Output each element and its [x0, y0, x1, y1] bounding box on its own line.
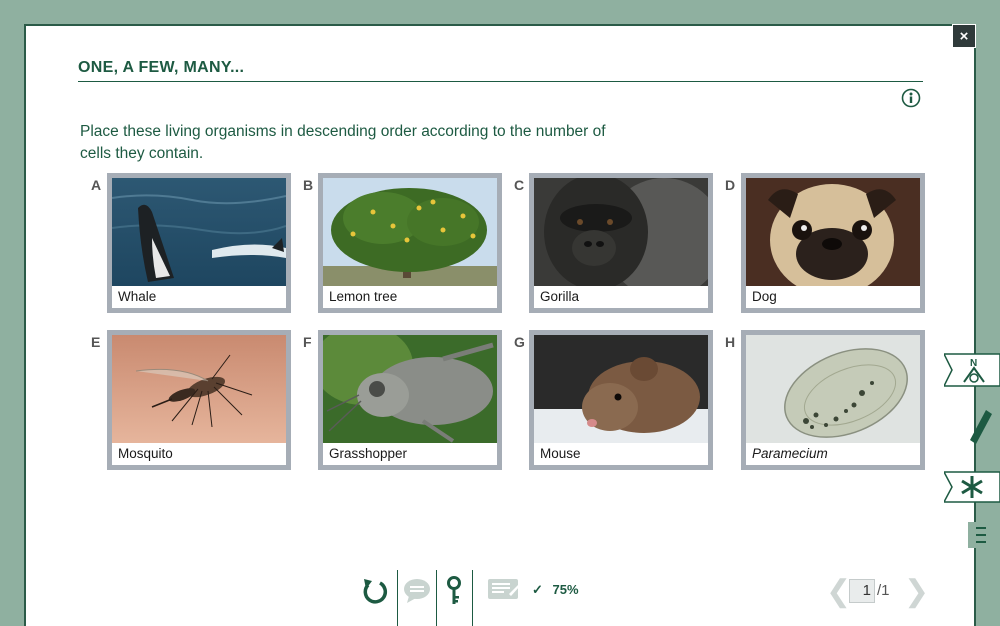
card-label: Grasshopper: [323, 443, 497, 465]
card-lemon-tree[interactable]: Lemon tree: [318, 173, 502, 313]
card-label: Paramecium: [746, 443, 920, 465]
toolbar-divider: [472, 570, 473, 626]
next-page-button[interactable]: ❯: [904, 577, 929, 607]
card-whale[interactable]: Whale: [107, 173, 291, 313]
toolbar-divider: [397, 570, 398, 626]
card-mosquito[interactable]: Mosquito: [107, 330, 291, 470]
card-letter-e: E: [91, 334, 101, 350]
title-divider: [78, 81, 923, 82]
card-label: Whale: [112, 286, 286, 308]
check-icon: ✓: [532, 582, 543, 597]
mouse-photo: [534, 335, 708, 443]
comment-icon[interactable]: [403, 578, 431, 604]
notes-icon[interactable]: [487, 578, 521, 604]
pencil-tab[interactable]: [944, 404, 1000, 444]
card-grasshopper[interactable]: Grasshopper: [318, 330, 502, 470]
card-letter-g: G: [514, 334, 525, 350]
card-label: Lemon tree: [323, 286, 497, 308]
prev-page-button[interactable]: ❮: [826, 577, 851, 607]
card-letter-c: C: [514, 177, 525, 193]
info-icon[interactable]: [901, 88, 921, 108]
toolbar-divider: [436, 570, 437, 626]
close-button[interactable]: ×: [952, 24, 976, 48]
key-icon[interactable]: [446, 576, 462, 606]
mosquito-photo: [112, 335, 286, 443]
page-title: ONE, A FEW, MANY...: [78, 59, 245, 76]
card-letter-b: B: [303, 177, 314, 193]
asterisk-tab[interactable]: [944, 470, 1000, 504]
card-dog[interactable]: Dog: [741, 173, 925, 313]
instruction-text: Place these living organisms in descendi…: [80, 123, 606, 162]
card-letter-d: D: [725, 177, 736, 193]
whale-photo: [112, 178, 286, 286]
activity-panel: [24, 24, 976, 626]
dog-photo: [746, 178, 920, 286]
card-label: Mosquito: [112, 443, 286, 465]
card-label: Gorilla: [534, 286, 708, 308]
card-letter-h: H: [725, 334, 736, 350]
card-paramecium[interactable]: Paramecium: [741, 330, 925, 470]
card-label: Dog: [746, 286, 920, 308]
compass-tab[interactable]: N: [944, 352, 1000, 388]
score-display: ✓ 75%: [532, 582, 579, 598]
gorilla-photo: [534, 178, 708, 286]
page-total: /1: [877, 582, 890, 599]
card-letter-f: F: [303, 334, 312, 350]
grasshopper-photo: [323, 335, 497, 443]
page-number-input[interactable]: 1: [849, 579, 875, 603]
menu-tab[interactable]: [968, 522, 1000, 548]
card-mouse[interactable]: Mouse: [529, 330, 713, 470]
reset-icon[interactable]: [360, 577, 388, 605]
card-label: Mouse: [534, 443, 708, 465]
lemon-tree-photo: [323, 178, 497, 286]
card-letter-a: A: [91, 177, 102, 193]
score-value: 75%: [552, 582, 579, 597]
card-gorilla[interactable]: Gorilla: [529, 173, 713, 313]
paramecium-photo: [746, 335, 920, 443]
